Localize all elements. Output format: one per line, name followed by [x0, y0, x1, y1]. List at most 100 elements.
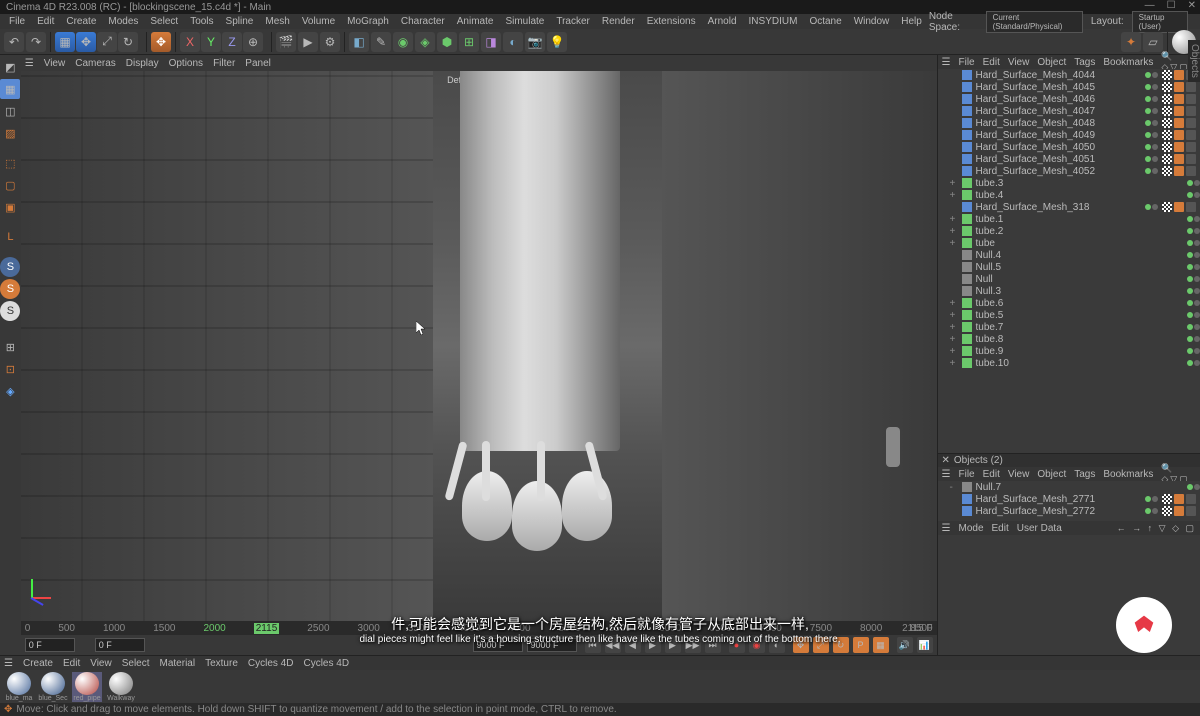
menu-help[interactable]: Help: [896, 16, 927, 27]
snap-toggle-icon[interactable]: ⊞: [0, 337, 20, 357]
om2-edit[interactable]: Edit: [983, 469, 1000, 480]
undo-icon[interactable]: ↶: [4, 32, 24, 52]
menu-spline[interactable]: Spline: [221, 16, 259, 27]
om-object[interactable]: Object: [1037, 57, 1066, 68]
subdiv-icon[interactable]: ◉: [393, 32, 413, 52]
enable-axis-icon[interactable]: L: [0, 227, 20, 247]
mograph-icon[interactable]: ⬢: [437, 32, 457, 52]
snap-settings-icon[interactable]: ⊡: [0, 359, 20, 379]
deformer-icon[interactable]: ◨: [481, 32, 501, 52]
attr-userdata[interactable]: User Data: [1017, 523, 1062, 534]
object-list[interactable]: Hard_Surface_Mesh_4044Hard_Surface_Mesh_…: [938, 69, 1200, 453]
om-bookmarks[interactable]: Bookmarks: [1103, 57, 1153, 68]
select-tool-icon[interactable]: ▦: [55, 32, 75, 52]
nodespace-dropdown[interactable]: Current (Standard/Physical): [986, 11, 1083, 33]
mat-select[interactable]: Select: [122, 658, 150, 669]
extrude-icon[interactable]: ◈: [415, 32, 435, 52]
key-param-icon[interactable]: P: [853, 637, 869, 653]
mat-view[interactable]: View: [90, 658, 112, 669]
close-panel-icon[interactable]: ✕: [942, 455, 950, 466]
attr-nav-icons[interactable]: ← → ↑ ▽ ◇ ▢: [1117, 523, 1196, 534]
object-row[interactable]: Hard_Surface_Mesh_4052: [938, 165, 1200, 177]
menu-arnold[interactable]: Arnold: [703, 16, 742, 27]
vp-options[interactable]: Options: [169, 58, 203, 69]
move-tool-icon[interactable]: ✥: [76, 32, 96, 52]
object-row[interactable]: Hard_Surface_Mesh_4048: [938, 117, 1200, 129]
last-tool-icon[interactable]: ✥: [151, 32, 171, 52]
material-swatch[interactable]: red_pipe: [72, 672, 102, 702]
viewport-menu-icon[interactable]: ☰: [25, 58, 34, 69]
rotate-tool-icon[interactable]: ↻: [118, 32, 138, 52]
object-row[interactable]: -Null.7: [938, 481, 1200, 493]
om-view[interactable]: View: [1008, 57, 1030, 68]
object-row[interactable]: +tube.9: [938, 345, 1200, 357]
menu-mograph[interactable]: MoGraph: [342, 16, 394, 27]
object-row[interactable]: Null.4: [938, 249, 1200, 261]
object-row[interactable]: Hard_Surface_Mesh_4051: [938, 153, 1200, 165]
texture-mode-icon[interactable]: ◫: [0, 101, 20, 121]
cube-primitive-icon[interactable]: ◧: [349, 32, 369, 52]
menu-animate[interactable]: Animate: [452, 16, 499, 27]
minimize-icon[interactable]: —: [1145, 0, 1155, 11]
menu-select[interactable]: Select: [145, 16, 183, 27]
vp-cameras[interactable]: Cameras: [75, 58, 116, 69]
object-row[interactable]: +tube.6: [938, 297, 1200, 309]
material-swatch[interactable]: blue_ma: [4, 672, 34, 702]
object-row[interactable]: Hard_Surface_Mesh_4046: [938, 93, 1200, 105]
object-row[interactable]: +tube.3: [938, 177, 1200, 189]
right-tabs[interactable]: Objects: [1188, 40, 1200, 82]
menu-mesh[interactable]: Mesh: [260, 16, 294, 27]
close-icon[interactable]: ✕: [1188, 0, 1196, 11]
object-list-2[interactable]: -Null.7Hard_Surface_Mesh_2771Hard_Surfac…: [938, 481, 1200, 521]
om2-object[interactable]: Object: [1037, 469, 1066, 480]
menu-octane[interactable]: Octane: [804, 16, 846, 27]
vp-view[interactable]: View: [44, 58, 66, 69]
mat-cycles2[interactable]: Cycles 4D: [303, 658, 349, 669]
object-row[interactable]: Null.5: [938, 261, 1200, 273]
point-mode-icon[interactable]: ⬚: [0, 153, 20, 173]
om-menu-icon[interactable]: ☰: [942, 57, 951, 68]
menu-file[interactable]: File: [4, 16, 30, 27]
menu-create[interactable]: Create: [61, 16, 101, 27]
object-row[interactable]: +tube.8: [938, 333, 1200, 345]
edge-mode-icon[interactable]: ▢: [0, 175, 20, 195]
render-settings-icon[interactable]: ⚙: [320, 32, 340, 52]
mat-cycles1[interactable]: Cycles 4D: [248, 658, 294, 669]
viewport-solo-icon[interactable]: S: [0, 257, 20, 277]
object-row[interactable]: +tube.1: [938, 213, 1200, 225]
menu-insydium[interactable]: INSYDIUM: [744, 16, 803, 27]
attr-edit[interactable]: Edit: [992, 523, 1009, 534]
object-row[interactable]: +tube.2: [938, 225, 1200, 237]
object-row[interactable]: Hard_Surface_Mesh_4044: [938, 69, 1200, 81]
object-row[interactable]: Hard_Surface_Mesh_318: [938, 201, 1200, 213]
key-pla-icon[interactable]: ▦: [873, 637, 889, 653]
mat-edit[interactable]: Edit: [63, 658, 80, 669]
om-tags[interactable]: Tags: [1074, 57, 1095, 68]
sound-icon[interactable]: 🔊: [897, 637, 913, 653]
poly-mode-icon[interactable]: ▣: [0, 197, 20, 217]
workplane-mode-icon[interactable]: ▨: [0, 123, 20, 143]
menu-tracker[interactable]: Tracker: [551, 16, 595, 27]
om2-view[interactable]: View: [1008, 469, 1030, 480]
maximize-icon[interactable]: ☐: [1167, 0, 1176, 11]
menu-character[interactable]: Character: [396, 16, 450, 27]
menu-render[interactable]: Render: [597, 16, 640, 27]
object-row[interactable]: Hard_Surface_Mesh_4050: [938, 141, 1200, 153]
object-row[interactable]: Hard_Surface_Mesh_4045: [938, 81, 1200, 93]
attr-mode[interactable]: Mode: [958, 523, 983, 534]
object-row[interactable]: Hard_Surface_Mesh_4047: [938, 105, 1200, 117]
object-row[interactable]: Hard_Surface_Mesh_2771: [938, 493, 1200, 505]
mat-create[interactable]: Create: [23, 658, 53, 669]
object-row[interactable]: Null: [938, 273, 1200, 285]
coord-system-icon[interactable]: ⊕: [243, 32, 263, 52]
object-row[interactable]: +tube.10: [938, 357, 1200, 369]
object-row[interactable]: +tube.5: [938, 309, 1200, 321]
layout-dropdown[interactable]: Startup (User): [1132, 11, 1188, 33]
field-icon[interactable]: ⊞: [459, 32, 479, 52]
model-mode-icon[interactable]: ▦: [0, 79, 20, 99]
frame-current-input[interactable]: [95, 638, 145, 652]
mat-texture[interactable]: Texture: [205, 658, 238, 669]
redo-icon[interactable]: ↷: [26, 32, 46, 52]
om2-bookmarks[interactable]: Bookmarks: [1103, 469, 1153, 480]
mat-material[interactable]: Material: [160, 658, 196, 669]
